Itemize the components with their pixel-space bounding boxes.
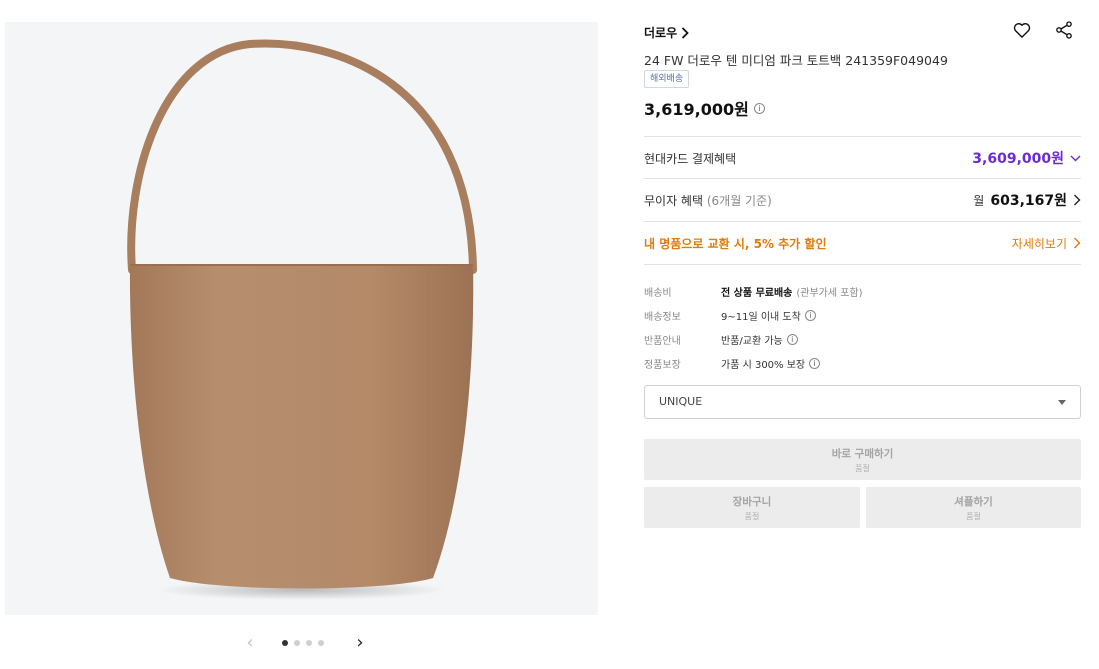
spec-return-info: 반품안내 반품/교환 가능 i — [644, 327, 1081, 351]
chevron-down-icon — [1070, 155, 1081, 161]
spec-value: 9~11일 이내 도착 — [721, 311, 801, 323]
installment-label: 무이자 혜택 — [644, 193, 704, 208]
share-icon[interactable] — [1054, 20, 1074, 40]
spec-list: 배송비 전 상품 무료배송 (관부가세 포함) 배송정보 9~11일 이내 도착… — [644, 279, 1081, 375]
spec-value: 반품/교환 가능 — [721, 335, 783, 347]
sold-out-label: 품절 — [966, 512, 981, 521]
installment-period: (6개월 기준) — [706, 193, 772, 208]
pager-dot[interactable] — [306, 640, 312, 646]
spec-value: 전 상품 무료배송 — [721, 287, 793, 299]
spec-key: 배송정보 — [644, 311, 681, 323]
installment-row[interactable]: 무이자 혜택 (6개월 기준) 월 603,167원 — [644, 178, 1081, 221]
spec-shipping-info: 배송정보 9~11일 이내 도착 i — [644, 303, 1081, 327]
heart-icon[interactable] — [1012, 20, 1032, 40]
info-icon[interactable]: i — [753, 102, 765, 114]
add-to-cart-button[interactable]: 장바구니 품절 — [644, 487, 860, 528]
spec-key: 반품안내 — [644, 335, 681, 347]
price-value: 3,619,000원 — [644, 100, 749, 119]
buy-now-button[interactable]: 바로 구매하기 품절 — [644, 439, 1081, 480]
installment-amount: 603,167원 — [990, 193, 1067, 209]
brand-link[interactable]: 더로우 — [644, 24, 689, 41]
info-icon[interactable]: i — [809, 357, 821, 369]
caret-down-icon — [1058, 400, 1066, 405]
buy-now-label: 바로 구매하기 — [831, 448, 894, 460]
info-icon[interactable]: i — [804, 309, 816, 321]
card-benefit-label: 현대카드 결제혜택 — [644, 151, 737, 166]
pager-dot-active[interactable] — [282, 640, 288, 646]
spec-key: 정품보장 — [644, 359, 681, 371]
chevron-left-icon[interactable]: ‹ — [240, 632, 260, 654]
chevron-right-icon[interactable]: › — [350, 632, 370, 654]
product-image[interactable] — [5, 22, 598, 615]
cart-label: 장바구니 — [732, 496, 772, 508]
action-icons — [1012, 20, 1074, 40]
trade-in-label: 내 명품으로 교환 시, 5% 추가 할인 — [644, 236, 827, 251]
pager-dot[interactable] — [318, 640, 324, 646]
spec-value: 가품 시 300% 보장 — [721, 359, 806, 371]
installment-prefix: 월 — [973, 193, 985, 208]
brand-name: 더로우 — [644, 26, 678, 40]
overseas-shipping-badge: 해외배송 — [644, 70, 690, 88]
card-benefit-row[interactable]: 현대카드 결제혜택 3,609,000원 — [644, 136, 1081, 179]
gallery-pager: ‹ › — [240, 632, 370, 654]
chevron-right-icon — [1074, 194, 1081, 206]
sold-out-label: 품절 — [855, 464, 870, 473]
product-title: 24 FW 더로우 텐 미디엄 파크 토트백 241359F049049 — [644, 53, 948, 68]
shuffle-label: 셔플하기 — [954, 496, 993, 508]
trade-in-link-label: 자세히보기 — [1011, 236, 1067, 251]
pager-dot[interactable] — [294, 640, 300, 646]
spec-authenticity: 정품보장 가품 시 300% 보장 i — [644, 351, 1081, 375]
price: 3,619,000원 i — [644, 96, 765, 120]
trade-in-link[interactable]: 자세히보기 — [1012, 235, 1081, 252]
shuffle-button[interactable]: 셔플하기 품절 — [866, 487, 1081, 528]
option-select[interactable]: UNIQUE — [644, 385, 1081, 419]
bucket-bag-image — [127, 39, 477, 600]
chevron-right-icon — [1074, 237, 1081, 249]
info-icon[interactable]: i — [786, 333, 798, 345]
chevron-right-icon — [681, 26, 689, 39]
sold-out-label: 품절 — [744, 512, 760, 521]
spec-shipping-fee: 배송비 전 상품 무료배송 (관부가세 포함) — [644, 279, 1081, 303]
card-benefit-amount: 3,609,000원 — [972, 151, 1064, 167]
spec-note: (관부가세 포함) — [796, 287, 863, 299]
pager-dots — [282, 640, 324, 646]
option-select-value: UNIQUE — [659, 395, 703, 408]
spec-key: 배송비 — [644, 287, 672, 299]
trade-in-row[interactable]: 내 명품으로 교환 시, 5% 추가 할인 자세히보기 — [644, 221, 1081, 265]
